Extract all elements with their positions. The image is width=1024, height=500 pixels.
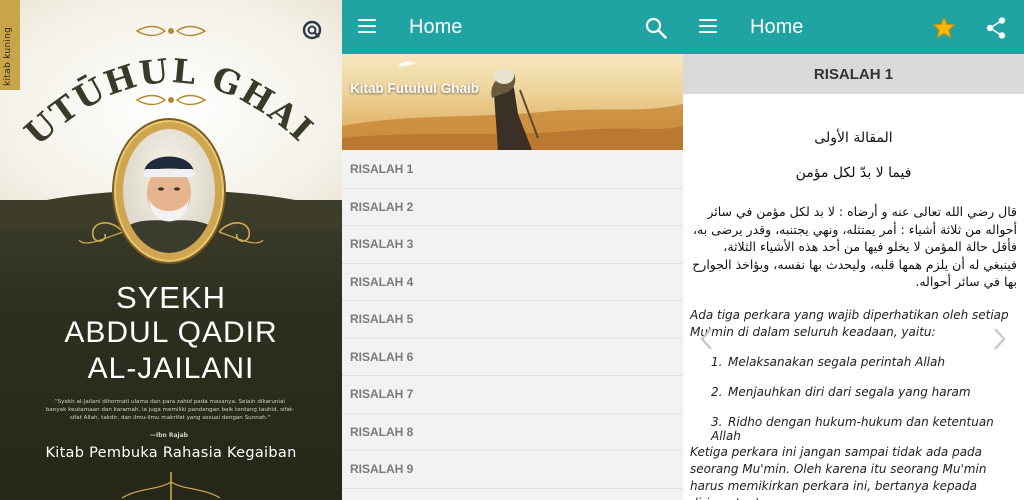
list-item[interactable]: RISALAH 9 <box>342 451 683 489</box>
reader-app-bar: Home <box>683 0 1024 54</box>
list-item-label: RISALAH 2 <box>350 199 414 214</box>
list-item[interactable]: RISALAH 7 <box>342 376 683 414</box>
banner-illustration <box>342 61 683 150</box>
point-text: Melaksanakan segala perintah Allah <box>728 355 945 369</box>
reader-app-title: Home <box>750 16 804 38</box>
arabic-body: قال رضي الله تعالى عنه و أرضاه : لا بد ل… <box>692 204 1017 289</box>
author-line-1: SYEKH <box>115 280 227 315</box>
list-screen: Home Kitab Futuhul Ghaib RISALAH 1 RISAL… <box>342 0 683 500</box>
section-header: RISALAH 1 <box>683 54 1024 94</box>
list-item[interactable]: RISALAH 8 <box>342 413 683 451</box>
list-item[interactable]: RISALAH 3 <box>342 226 683 264</box>
search-icon[interactable] <box>644 16 668 40</box>
closing-paragraph: Ketiga perkara ini jangan sampai tidak a… <box>690 445 987 500</box>
cover-quote-author: —Ibn Rajab <box>150 432 188 439</box>
author-portrait <box>123 129 215 253</box>
list-app-bar: Home <box>342 0 683 54</box>
arabic-title: المقالة الأولى <box>814 130 893 146</box>
left-flourish-icon <box>78 222 124 244</box>
list-item-label: RISALAH 3 <box>350 237 414 252</box>
list-app-title: Home <box>409 16 463 38</box>
section-title: RISALAH 1 <box>813 65 894 83</box>
reader-screen: Home RISALAH 1 المقالة الأولى فيما لا بد… <box>683 0 1024 500</box>
list-item[interactable]: RISALAH 5 <box>342 301 683 339</box>
author-portrait-illustration <box>123 156 215 253</box>
arabic-subtitle: فيما لا بدّ لكل مؤمن <box>795 165 912 181</box>
book-cover: kitab kuning FUTŪHUL GHAIB <box>0 0 342 500</box>
list-item: 1. Melaksanakan segala perintah Allah <box>711 355 1011 369</box>
point-number: 2. <box>711 385 723 399</box>
menu-icon[interactable] <box>699 19 717 33</box>
list-item-label: RISALAH 5 <box>350 312 414 327</box>
list-item: 3. Ridho dengan hukum-hukum dan ketentuan… <box>711 415 1011 443</box>
star-icon[interactable] <box>932 16 956 40</box>
point-number: 1. <box>711 355 723 369</box>
list-item[interactable]: RISALAH 4 <box>342 263 683 301</box>
list-item-label: RISALAH 9 <box>350 462 414 477</box>
chevron-right-icon[interactable] <box>993 327 1007 351</box>
portrait-frame <box>116 122 222 260</box>
list-item-label: RISALAH 1 <box>350 162 414 177</box>
author-line-3: AL-JAILANI <box>87 352 255 385</box>
list-item[interactable]: RISALAH 1 <box>342 151 683 189</box>
list-item: 2. Menjauhkan diri dari segala yang haram <box>711 385 1011 399</box>
list-item-label: RISALAH 6 <box>350 349 414 364</box>
list-item-label: RISALAH 8 <box>350 424 414 439</box>
intro-paragraph: Ada tiga perkara yang wajib diperhatikan… <box>690 308 1009 339</box>
risalah-list: RISALAH 1 RISALAH 2 RISALAH 3 RISALAH 4 … <box>342 151 683 489</box>
chevron-left-icon[interactable] <box>699 327 713 351</box>
list-item[interactable]: RISALAH 2 <box>342 188 683 226</box>
point-number: 3. <box>711 415 723 429</box>
list-item-label: RISALAH 7 <box>350 387 414 402</box>
list-item-label: RISALAH 4 <box>350 274 414 289</box>
book-banner[interactable]: Kitab Futuhul Ghaib <box>342 54 683 150</box>
point-text: Menjauhkan diri dari segala yang haram <box>728 385 971 399</box>
right-flourish-icon <box>218 222 264 244</box>
share-icon[interactable] <box>985 16 1007 40</box>
point-text: Ridho dengan hukum-hukum dan ketentuan A… <box>711 415 994 443</box>
menu-icon[interactable] <box>358 19 376 33</box>
banner-title: Kitab Futuhul Ghaib <box>350 81 479 96</box>
cover-quote: "Syekh al-Jailani dihormati ulama dan pa… <box>45 399 295 421</box>
author-line-2: ABDUL QADIR <box>64 316 278 349</box>
bottom-ornament-icon <box>121 472 221 500</box>
cover-subtitle: Kitab Pembuka Rahasia Kegaiban <box>45 445 297 461</box>
list-item[interactable]: RISALAH 6 <box>342 338 683 376</box>
middle-ornament-icon <box>135 94 207 106</box>
